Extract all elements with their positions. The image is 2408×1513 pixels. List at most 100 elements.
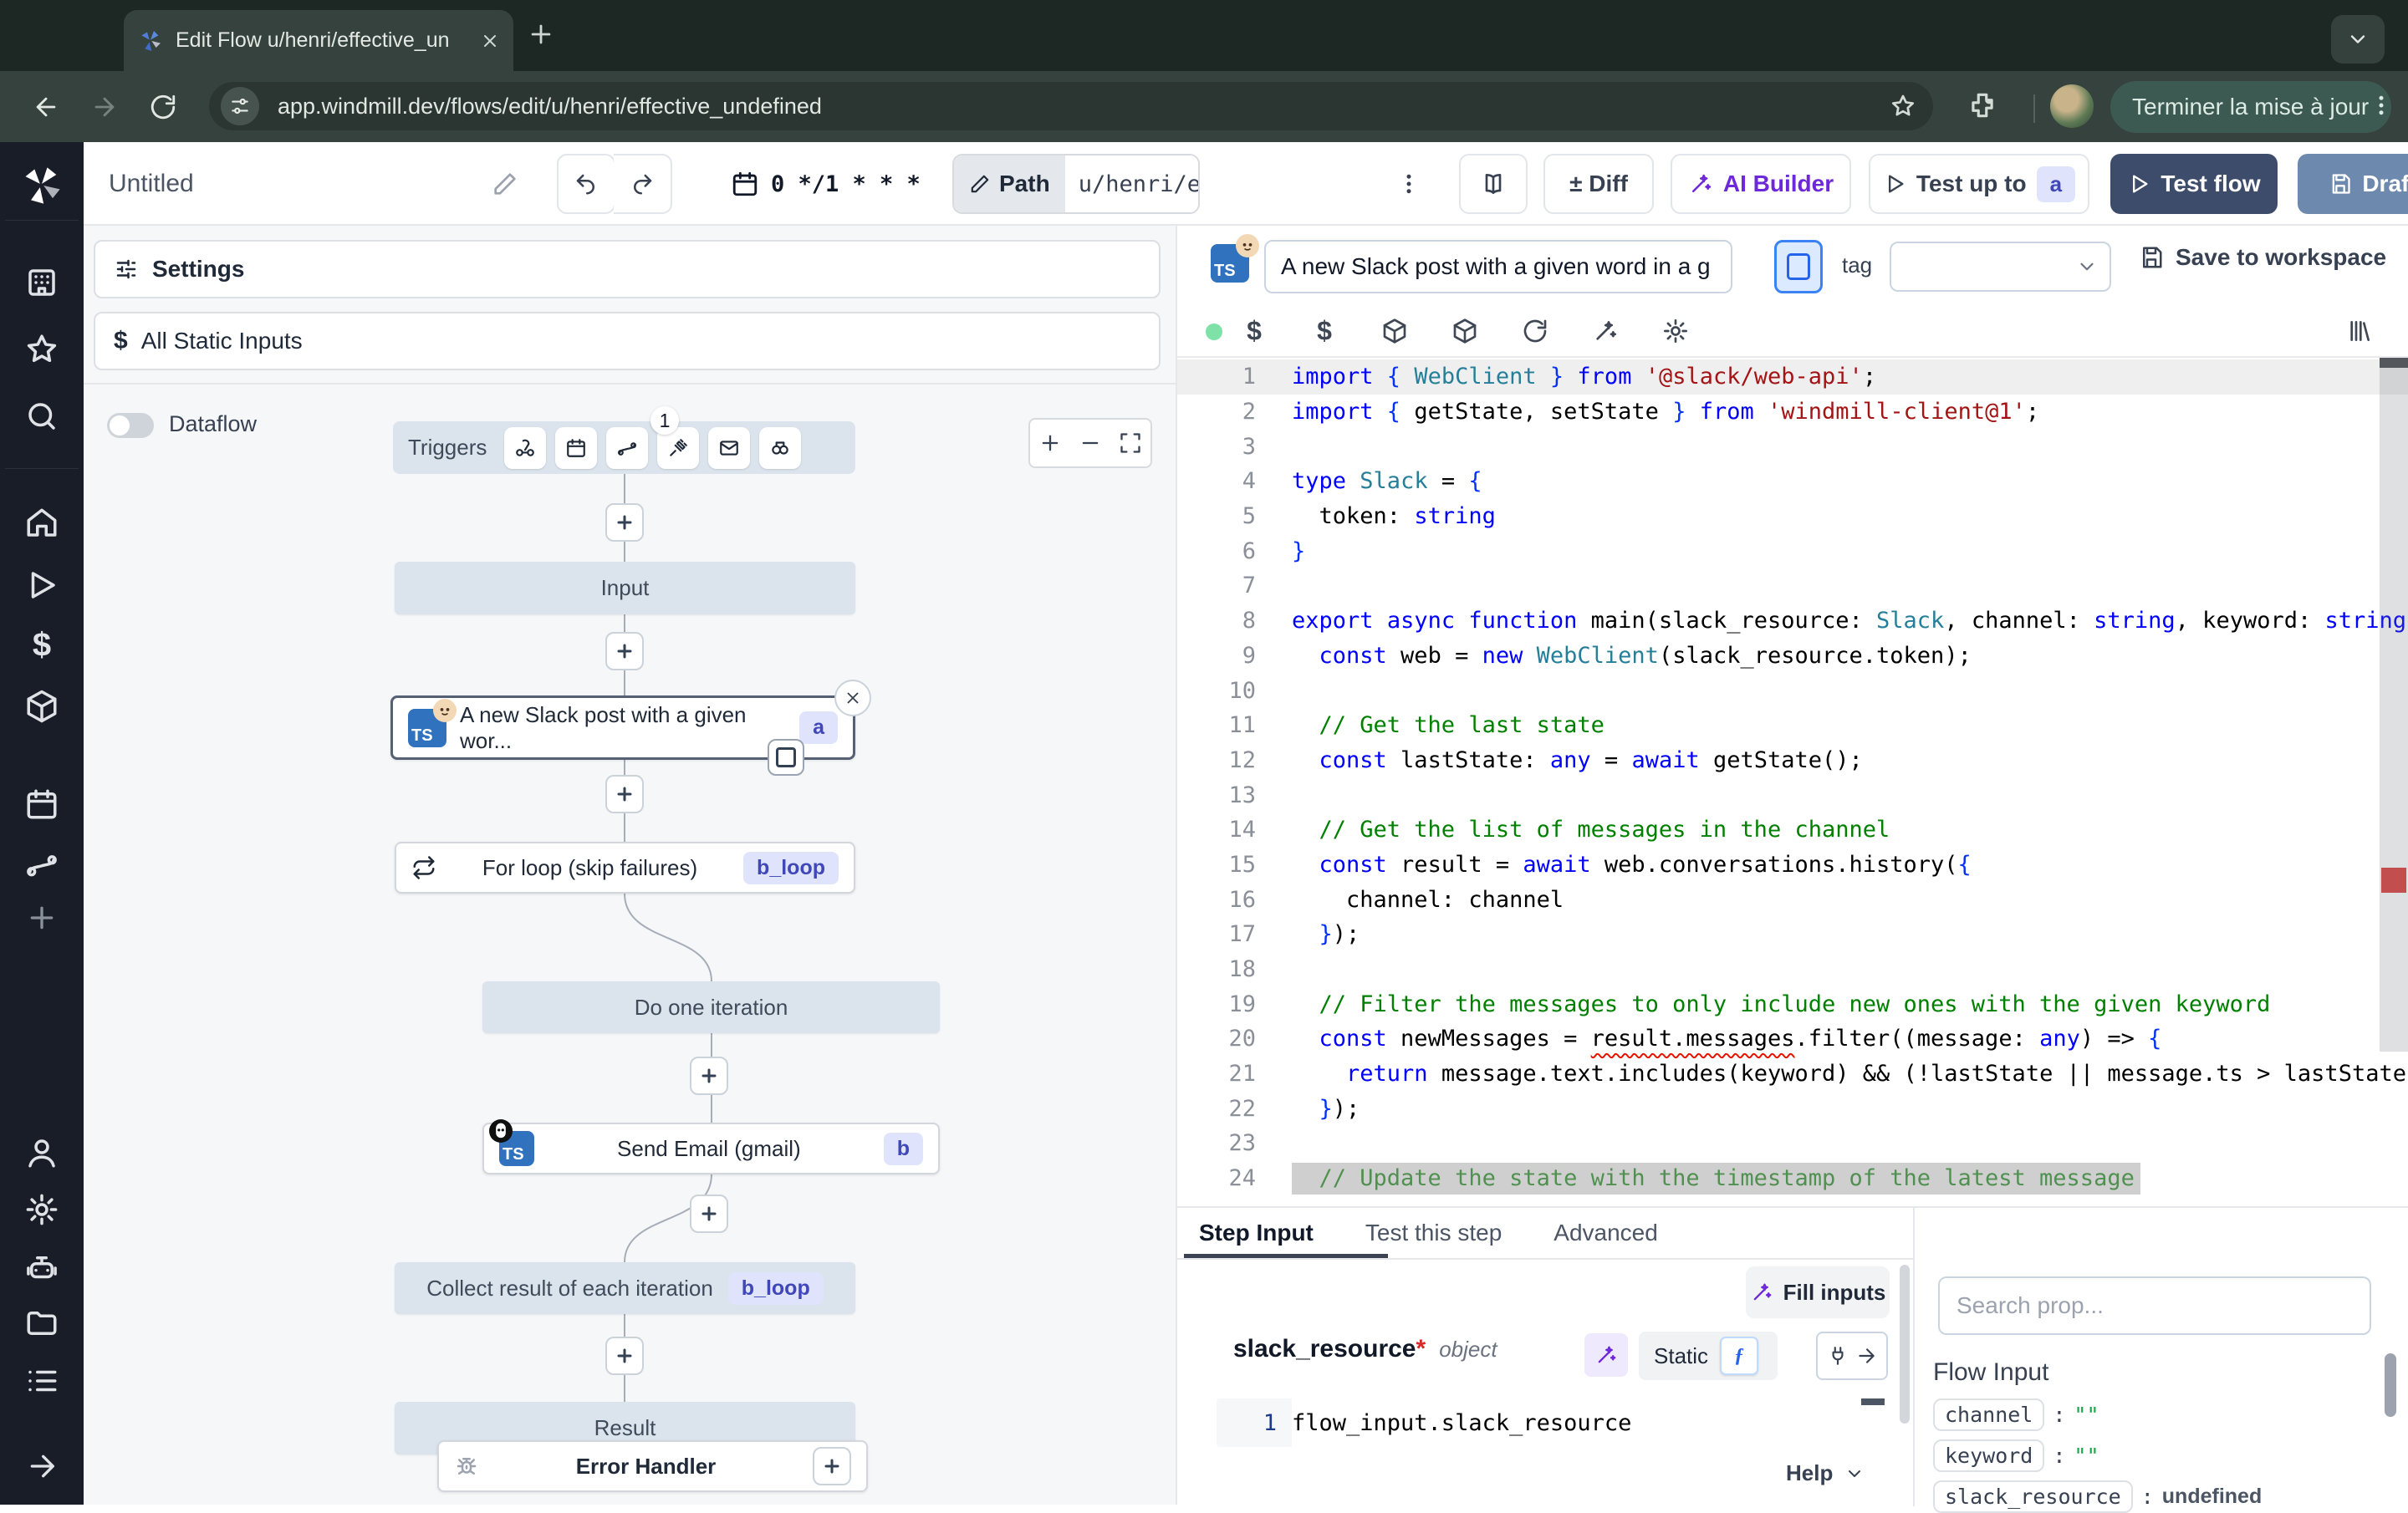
props-scrollbar[interactable] [2385,1353,2396,1417]
code-line[interactable]: 10 [1177,673,2408,708]
horizontal-scrollbar[interactable] [1292,1163,2140,1195]
editor-scrollbar[interactable] [2380,358,2408,1052]
sidebar-item-workspace[interactable] [24,265,59,300]
add-step-button[interactable] [690,1057,728,1095]
add-error-handler-button[interactable] [813,1447,851,1485]
variables-icon[interactable]: $ [1247,315,1262,346]
error-handler-node[interactable]: Error Handler [437,1440,868,1492]
browser-update-button[interactable]: Terminer la mise à jour [2110,81,2391,133]
flow-input-row[interactable]: keyword : "" [1933,1439,2262,1472]
ai-wand-icon[interactable] [1592,318,1619,344]
sidebar-item-schedules[interactable] [24,787,59,822]
code-line[interactable]: 1import { WebClient } from '@slack/web-a… [1177,359,2408,395]
ai-builder-button[interactable]: AI Builder [1671,154,1851,214]
sidebar-item-audit-logs[interactable] [24,1363,59,1398]
code-line[interactable]: 20 const newMessages = result.messages.f… [1177,1021,2408,1057]
fit-view-button[interactable] [1119,431,1142,455]
code-line[interactable]: 12 const lastState: any = await getState… [1177,743,2408,778]
all-static-inputs-button[interactable]: $ All Static Inputs [94,312,1161,370]
code-editor[interactable]: 1import { WebClient } from '@slack/web-a… [1177,359,2408,1205]
schedule-cron-text[interactable]: 0 */1 * * * [771,154,921,214]
flow-input-node[interactable]: Input [395,562,855,614]
test-up-to-button[interactable]: Test up to a [1869,154,2089,214]
tab-close-icon[interactable] [480,31,500,51]
code-line[interactable]: 22 }); [1177,1091,2408,1126]
code-line[interactable]: 18 [1177,952,2408,987]
test-flow-button[interactable]: Test flow [2110,154,2278,214]
slack-step-node[interactable]: TS A new Slack post with a given wor... … [390,695,855,760]
sidebar-item-home[interactable] [24,506,59,541]
flow-settings-button[interactable]: Settings [94,240,1161,298]
add-step-button[interactable] [690,1195,728,1233]
help-link[interactable]: Help [1786,1460,1865,1486]
code-line[interactable]: 8export async function main(slack_resour… [1177,604,2408,639]
send-email-node[interactable]: TS Send Email (gmail) b [482,1123,940,1174]
email-trigger-icon[interactable] [708,427,750,469]
add-step-button[interactable] [605,1337,644,1375]
fill-inputs-button[interactable]: Fill inputs [1746,1266,1890,1318]
tab-step-input[interactable]: Step Input [1199,1220,1314,1246]
ai-fill-button[interactable] [1584,1333,1628,1377]
edit-name-pencil-icon[interactable] [492,154,518,214]
tab-test-this-step[interactable]: Test this step [1365,1220,1502,1246]
step-summary-input[interactable] [1264,240,1732,293]
sidebar-item-users[interactable] [24,1135,59,1170]
code-line[interactable]: 17 }); [1177,917,2408,952]
sidebar-item-search[interactable] [24,399,59,434]
extensions-icon[interactable] [1967,89,1998,121]
code-line[interactable]: 2import { getState, setState } from 'win… [1177,395,2408,430]
expression-text[interactable]: flow_input.slack_resource [1292,1410,1631,1436]
code-line[interactable]: 19 // Filter the messages to only includ… [1177,986,2408,1021]
reload-icon[interactable] [1522,318,1548,344]
sidebar-item-favorites[interactable] [24,332,59,367]
undo-button[interactable] [557,154,615,214]
code-line[interactable]: 7 [1177,568,2408,604]
zoom-out-button[interactable] [1079,431,1102,455]
code-line[interactable]: 24 // Update the state with the timestam… [1177,1161,2408,1196]
code-line[interactable]: 23 [1177,1126,2408,1161]
sidebar-item-workers[interactable] [24,1251,59,1286]
input-mode-toggle[interactable]: Static ƒ [1639,1332,1778,1380]
code-line[interactable]: 6} [1177,533,2408,568]
add-step-button[interactable] [605,775,644,813]
javascript-expr-icon[interactable]: ƒ [1720,1337,1758,1375]
back-button[interactable] [25,86,67,128]
draft-button[interactable]: Draft [2298,154,2408,214]
dataflow-toggle[interactable] [107,413,154,438]
code-line[interactable]: 9 const web = new WebClient(slack_resour… [1177,639,2408,674]
browser-menu-icon[interactable] [2369,93,2394,122]
library-icon[interactable] [2346,318,2373,344]
flow-input-row[interactable]: slack_resource : undefined [1933,1480,2262,1513]
more-options-kebab-icon[interactable] [1396,154,1421,214]
forward-button[interactable] [84,86,125,128]
package-icon[interactable] [1451,318,1478,344]
reload-button[interactable] [142,86,184,128]
zoom-in-button[interactable] [1038,431,1062,455]
step-stop-icon[interactable] [768,739,804,776]
browser-tab[interactable]: Edit Flow u/henri/effective_un [124,10,513,71]
sidebar-item-routes[interactable] [24,847,59,882]
code-line[interactable]: 3 [1177,429,2408,464]
site-settings-icon[interactable] [221,87,259,125]
bookmark-star-icon[interactable] [1890,93,1916,120]
sidebar-item-folders[interactable] [24,1306,59,1341]
code-line[interactable]: 21 return message.text.includes(keyword)… [1177,1057,2408,1092]
add-step-button[interactable] [605,503,644,542]
save-to-workspace-button[interactable]: Save to workspace [2139,244,2386,271]
poll-trigger-icon[interactable] [759,427,801,469]
webhook-trigger-icon[interactable] [504,427,546,469]
new-tab-button[interactable] [527,20,555,48]
static-variables-icon[interactable]: $ [1317,315,1332,346]
flow-input-row[interactable]: channel : "" [1933,1398,2262,1431]
delete-step-icon[interactable] [834,680,871,716]
triggers-bar[interactable]: Triggers 1 [393,421,855,474]
path-chip[interactable]: Path u/henri/eff [952,154,1200,214]
code-line[interactable]: 13 [1177,777,2408,813]
route-trigger-icon[interactable] [606,427,648,469]
package-icon[interactable] [1381,318,1408,344]
add-step-button[interactable] [605,632,644,670]
code-line[interactable]: 11 // Get the last state [1177,708,2408,743]
sidebar-item-resources[interactable] [24,689,59,724]
for-loop-node[interactable]: For loop (skip failures) b_loop [395,842,855,894]
profile-avatar[interactable] [2050,84,2094,128]
